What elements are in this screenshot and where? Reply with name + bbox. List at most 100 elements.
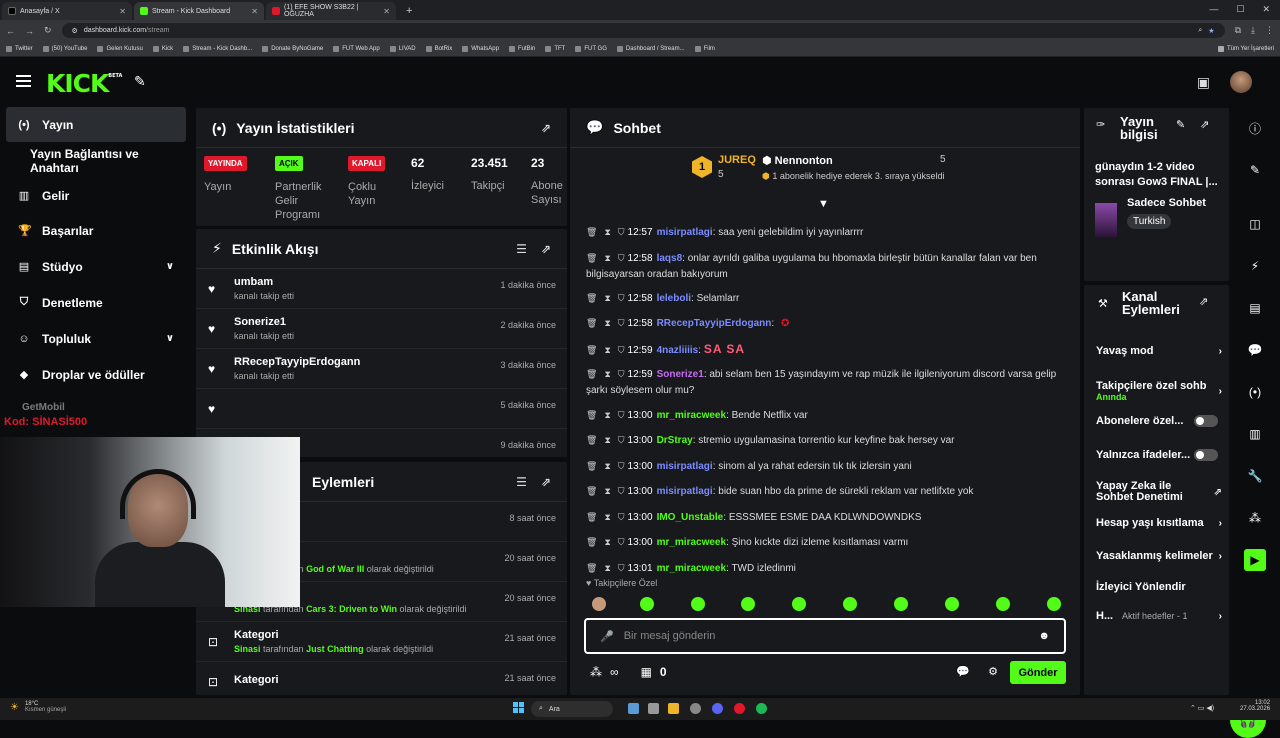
chat-username[interactable]: laqs8 bbox=[657, 253, 683, 264]
timeout-icon[interactable]: ⧗ bbox=[604, 512, 610, 522]
scroll-down-icon[interactable]: ▼ bbox=[818, 198, 829, 210]
chat-options-icon[interactable]: 💬 bbox=[956, 665, 970, 678]
filter-icon[interactable]: ☰ bbox=[516, 242, 527, 256]
chat-username[interactable]: 4nazliiiis bbox=[657, 345, 699, 356]
zoom-icon[interactable]: ⌕ bbox=[1198, 27, 1202, 35]
tray-icons[interactable]: ⌃ ▭ ◀) bbox=[1190, 704, 1214, 712]
timeout-icon[interactable]: ⧗ bbox=[604, 435, 610, 445]
emote-icon[interactable] bbox=[691, 597, 705, 611]
timeout-icon[interactable]: ⧗ bbox=[604, 563, 610, 573]
bolt-icon[interactable]: ⚡ bbox=[1244, 255, 1266, 277]
spotify-icon[interactable] bbox=[756, 703, 767, 714]
bookmark-item[interactable]: Kick bbox=[152, 45, 173, 52]
channel-action-row[interactable]: Yalnızca ifadeler... bbox=[1096, 449, 1218, 461]
sidebar-item-denetleme[interactable]: ⛉ Denetleme bbox=[6, 285, 186, 320]
bookmark-item[interactable]: LIVAD bbox=[389, 45, 416, 52]
bookmark-item[interactable]: (50) YouTube bbox=[42, 45, 87, 52]
widgets-icon[interactable] bbox=[648, 703, 659, 714]
chat-username[interactable]: DrStray bbox=[657, 435, 693, 446]
close-icon[interactable]: ✕ bbox=[119, 7, 126, 16]
bookmark-item[interactable]: Donate ByNoGame bbox=[262, 45, 323, 52]
chat-username[interactable]: IMO_Unstable bbox=[657, 512, 724, 523]
mic-icon[interactable]: 🎤 bbox=[600, 630, 614, 643]
kick-logo[interactable]: KICK BETA bbox=[46, 69, 122, 98]
channel-action-row[interactable]: Yavaş mod › bbox=[1096, 345, 1222, 357]
info-icon[interactable]: ⓘ bbox=[1244, 117, 1266, 139]
delete-icon[interactable]: 🗑 bbox=[586, 253, 597, 263]
avatar[interactable] bbox=[1230, 71, 1252, 93]
sidebar-item-basarilar[interactable]: 🏆 Başarılar bbox=[6, 213, 186, 248]
taskview-icon[interactable] bbox=[628, 703, 639, 714]
popout-icon[interactable]: ⇗ bbox=[541, 242, 551, 256]
category-name[interactable]: Sadece Sohbet bbox=[1127, 197, 1206, 209]
reload-icon[interactable]: ↻ bbox=[44, 25, 52, 36]
browser-tab-kick[interactable]: Stream - Kick Dashboard ✕ bbox=[134, 2, 264, 20]
obs-icon[interactable]: ▣ bbox=[1197, 74, 1210, 91]
filter-icon[interactable]: ☰ bbox=[516, 475, 527, 489]
timeout-icon[interactable]: ⧗ bbox=[604, 227, 610, 237]
delete-icon[interactable]: 🗑 bbox=[586, 318, 597, 328]
notes-icon[interactable]: ▤ bbox=[1244, 297, 1266, 319]
bookmark-item[interactable]: FUT Web App bbox=[333, 45, 380, 52]
mod-action-game[interactable]: Cars 3: Driven to Win bbox=[306, 604, 397, 614]
chat-username[interactable]: leleboli bbox=[657, 293, 691, 304]
activity-user[interactable]: RRecepTayyipErdogann bbox=[234, 356, 360, 368]
mod-action-game[interactable]: Just Chatting bbox=[306, 644, 364, 654]
delete-icon[interactable]: 🗑 bbox=[586, 410, 597, 420]
points-display[interactable]: ⁂ ∞ ▦ 0 bbox=[590, 665, 667, 679]
forward-icon[interactable]: → bbox=[25, 26, 34, 36]
clock[interactable]: 13:02 27.03.2026 bbox=[1240, 700, 1270, 712]
discord-icon[interactable] bbox=[712, 703, 723, 714]
delete-icon[interactable]: 🗑 bbox=[586, 537, 597, 547]
browser-menu-icon[interactable]: ⋮ bbox=[1265, 25, 1274, 36]
chat-username[interactable]: RRecepTayyipErdogann bbox=[657, 318, 772, 329]
close-icon[interactable]: ✕ bbox=[383, 7, 390, 16]
timeout-icon[interactable]: ⧗ bbox=[604, 293, 610, 303]
chat-username[interactable]: misirpatlagi bbox=[657, 461, 713, 472]
browser-tab-youtube[interactable]: (1) EFE SHOW S3B22 | OĞUZHA ✕ bbox=[266, 2, 396, 20]
broadcast-icon[interactable]: (•) bbox=[1244, 381, 1266, 403]
mod-action-game[interactable]: God of War III bbox=[306, 564, 364, 574]
edit-icon[interactable]: ✎ bbox=[1176, 118, 1185, 131]
emote-icon[interactable] bbox=[894, 597, 908, 611]
emote-icon[interactable] bbox=[640, 597, 654, 611]
chat-username[interactable]: mr_miracweek bbox=[657, 563, 727, 574]
emote-icon[interactable] bbox=[741, 597, 755, 611]
timeout-icon[interactable]: ⧗ bbox=[604, 537, 610, 547]
sidebar-item-yayin[interactable]: (•) Yayın bbox=[6, 107, 186, 142]
delete-icon[interactable]: 🗑 bbox=[586, 435, 597, 445]
emote-icon[interactable] bbox=[792, 597, 806, 611]
menu-icon[interactable] bbox=[16, 75, 31, 87]
sidebar-item-topluluk[interactable]: ☺ Topluluk ∨ bbox=[6, 321, 186, 356]
extensions-icon[interactable]: ⧉ bbox=[1235, 25, 1241, 36]
mod-action-user[interactable]: Sinasi bbox=[234, 644, 261, 654]
minimize-icon[interactable]: — bbox=[1209, 4, 1218, 15]
chrome-icon[interactable] bbox=[734, 703, 745, 714]
all-bookmarks[interactable]: Tüm Yer İşaretleri bbox=[1217, 45, 1274, 52]
chat-icon[interactable]: 💬 bbox=[1244, 339, 1266, 361]
camera-icon[interactable]: ◫ bbox=[1244, 213, 1266, 235]
emoji-icon[interactable]: ☻ bbox=[1038, 630, 1050, 642]
bookmark-item[interactable]: Film bbox=[694, 45, 715, 52]
channel-action-row[interactable]: Hesap yaşı kısıtlama › bbox=[1096, 517, 1222, 529]
bookmark-item[interactable]: TFT bbox=[545, 45, 565, 52]
delete-icon[interactable]: 🗑 bbox=[586, 227, 597, 237]
bookmark-star-icon[interactable]: ★ bbox=[1208, 27, 1214, 35]
bookmark-item[interactable]: FUT GG bbox=[575, 45, 607, 52]
delete-icon[interactable]: 🗑 bbox=[586, 512, 597, 522]
pin-icon[interactable]: ✎ bbox=[134, 73, 146, 90]
bookmark-item[interactable]: FutBin bbox=[508, 45, 535, 52]
site-info-icon[interactable]: ⚙ bbox=[72, 27, 78, 35]
downloads-icon[interactable]: ⤓ bbox=[1251, 25, 1255, 36]
activity-user[interactable]: Sonerize1 bbox=[234, 316, 294, 328]
popout-icon[interactable]: ⇗ bbox=[541, 121, 551, 135]
explorer-icon[interactable] bbox=[668, 703, 679, 714]
wrench-icon[interactable]: 🔧 bbox=[1244, 465, 1266, 487]
channel-action-row[interactable]: Abonelere özel... bbox=[1096, 415, 1218, 427]
top-gifter-name[interactable]: JUREQ bbox=[718, 154, 756, 166]
sidebar-item-studyo[interactable]: ▤ Stüdyo ∨ bbox=[6, 249, 186, 284]
emote-icon[interactable] bbox=[1047, 597, 1061, 611]
popout-icon[interactable]: ⇗ bbox=[1200, 118, 1209, 131]
delete-icon[interactable]: 🗑 bbox=[586, 486, 597, 496]
delete-icon[interactable]: 🗑 bbox=[586, 563, 597, 573]
